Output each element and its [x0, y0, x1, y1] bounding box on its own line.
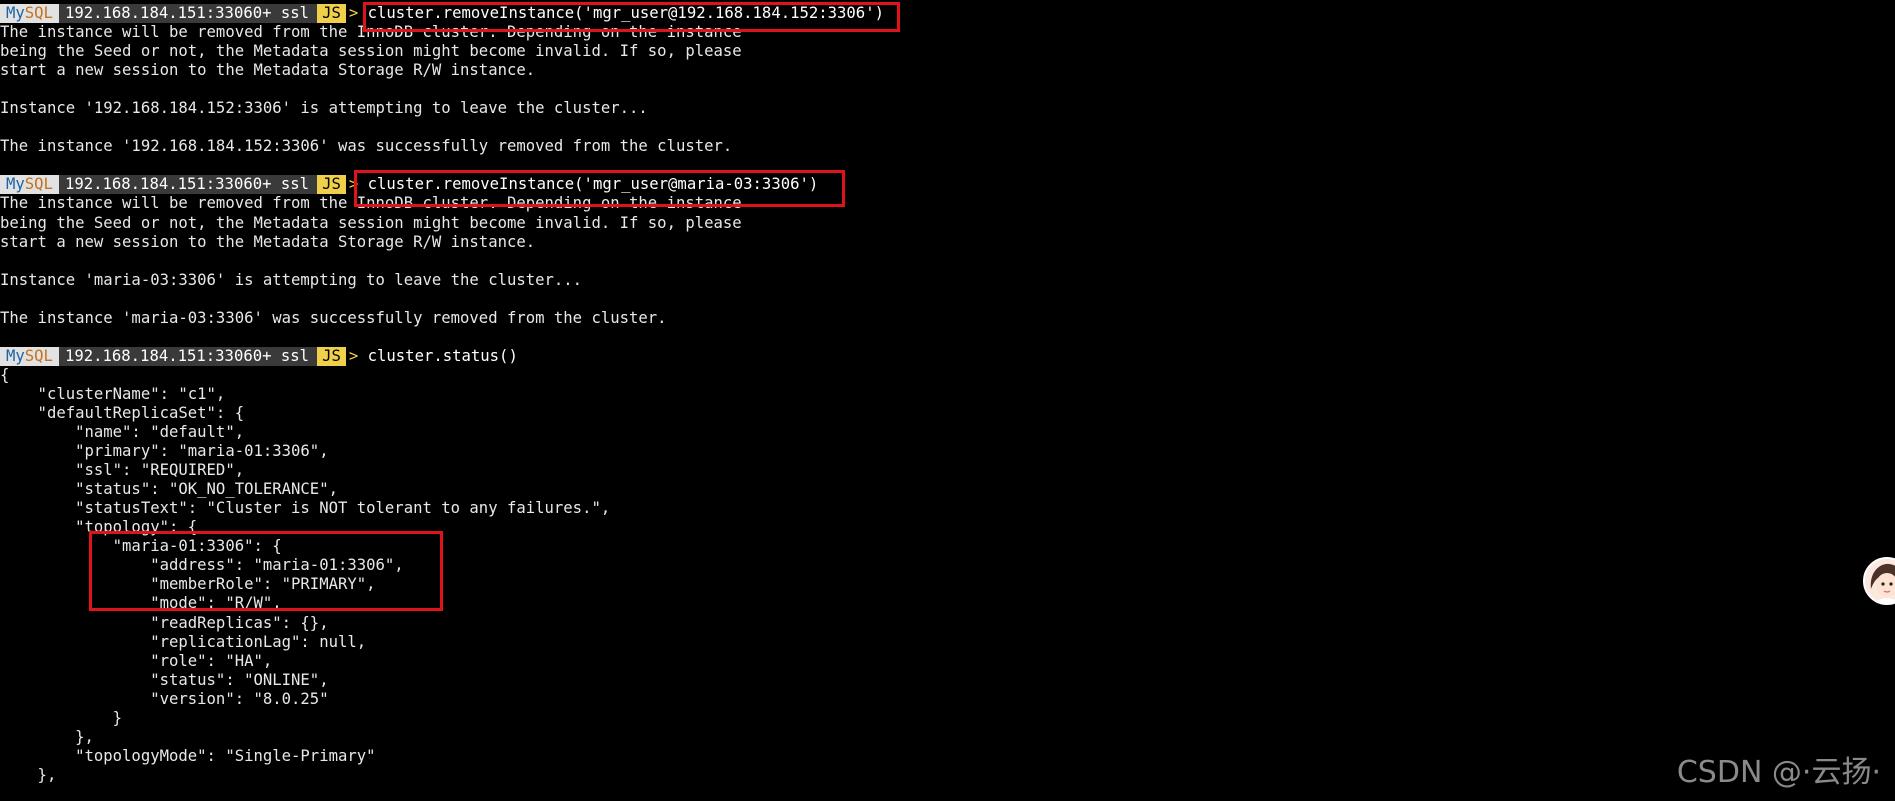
mysql-badge: MySQL [0, 346, 59, 366]
output-line: "ssl": "REQUIRED", [0, 461, 245, 480]
output-line: "maria-01:3306": { [0, 537, 282, 556]
output-line: "replicationLag": null, [0, 632, 367, 651]
output-line: "topologyMode": "Single-Primary" [0, 746, 376, 765]
prompt-line[interactable]: MySQL 192.168.184.151:33060+ ssl JS > clust… [0, 4, 1895, 23]
connection-host: 192.168.184.151:33060+ ssl [58, 175, 318, 195]
mysql-label-sql: SQL [24, 4, 53, 22]
output-line: "clusterName": "c1", [0, 384, 226, 403]
prompt-arrow-icon: > [348, 346, 359, 365]
output-line: The instance will be removed from the In… [0, 194, 742, 213]
command-text[interactable]: cluster.removeInstance('mgr_user@192.168… [358, 4, 884, 22]
output-line: } [0, 708, 123, 727]
output-line: "primary": "maria-01:3306", [0, 442, 329, 461]
output-line: "status": "OK_NO_TOLERANCE", [0, 480, 338, 499]
js-mode-badge: JS [317, 4, 346, 23]
output-line: "statusText": "Cluster is NOT tolerant t… [0, 499, 611, 518]
mysql-label-my: My [6, 4, 25, 22]
output-line: }, [0, 727, 94, 746]
output-line: Instance '192.168.184.152:3306' is attem… [0, 99, 648, 118]
prompt-arrow-icon: > [348, 4, 359, 22]
mysql-label-sql: SQL [24, 346, 53, 365]
output-line: being the Seed or not, the Metadata sess… [0, 213, 742, 232]
output-line: "status": "ONLINE", [0, 670, 329, 689]
command-text[interactable]: cluster.removeInstance('mgr_user@maria-0… [358, 175, 819, 193]
output-line: The instance '192.168.184.152:3306' was … [0, 137, 733, 156]
connection-host: 192.168.184.151:33060+ ssl [58, 4, 318, 23]
command-text[interactable]: cluster.status() [358, 347, 518, 365]
output-line: "defaultReplicaSet": { [0, 403, 245, 422]
mysql-label-sql: SQL [24, 175, 53, 194]
mysql-label-my: My [6, 346, 25, 365]
prompt-line[interactable]: MySQL 192.168.184.151:33060+ ssl JS > clust… [0, 175, 1895, 195]
output-line: "address": "maria-01:3306", [0, 556, 404, 575]
connection-host: 192.168.184.151:33060+ ssl [58, 346, 318, 366]
prompt-arrow-icon: > [348, 175, 359, 194]
js-mode-badge: JS [317, 175, 346, 195]
output-line: The instance 'maria-03:3306' was success… [0, 308, 667, 327]
output-line: "topology": { [0, 518, 198, 537]
output-line: Instance 'maria-03:3306' is attempting t… [0, 270, 583, 289]
prompt-line[interactable]: MySQL 192.168.184.151:33060+ ssl JS > clust… [0, 346, 1895, 366]
output-line: { [0, 365, 10, 384]
mysql-label-my: My [6, 175, 25, 194]
output-line: "readReplicas": {}, [0, 613, 329, 632]
mysql-badge: MySQL [0, 4, 59, 23]
output-line: start a new session to the Metadata Stor… [0, 232, 536, 251]
output-line: "mode": "R/W", [0, 594, 282, 613]
output-line: "memberRole": "PRIMARY", [0, 575, 376, 594]
shell-prompt: MySQL 192.168.184.151:33060+ ssl JS > [0, 346, 359, 366]
shell-prompt: MySQL 192.168.184.151:33060+ ssl JS > [0, 175, 359, 195]
output-line: "role": "HA", [0, 651, 273, 670]
shell-prompt: MySQL 192.168.184.151:33060+ ssl JS > [0, 4, 358, 23]
output-line: being the Seed or not, the Metadata sess… [0, 42, 742, 61]
output-line: start a new session to the Metadata Stor… [0, 61, 536, 80]
js-mode-badge: JS [317, 346, 346, 366]
output-line: "name": "default", [0, 423, 245, 442]
mysql-badge: MySQL [0, 175, 59, 195]
output-line: "version": "8.0.25" [0, 689, 329, 708]
terminal-output[interactable]: MySQL 192.168.184.151:33060+ ssl JS > clust… [0, 4, 1895, 785]
output-line: The instance will be removed from the In… [0, 23, 742, 42]
csdn-watermark: CSDN @·云扬· [1676, 755, 1881, 790]
output-line: }, [0, 765, 57, 784]
